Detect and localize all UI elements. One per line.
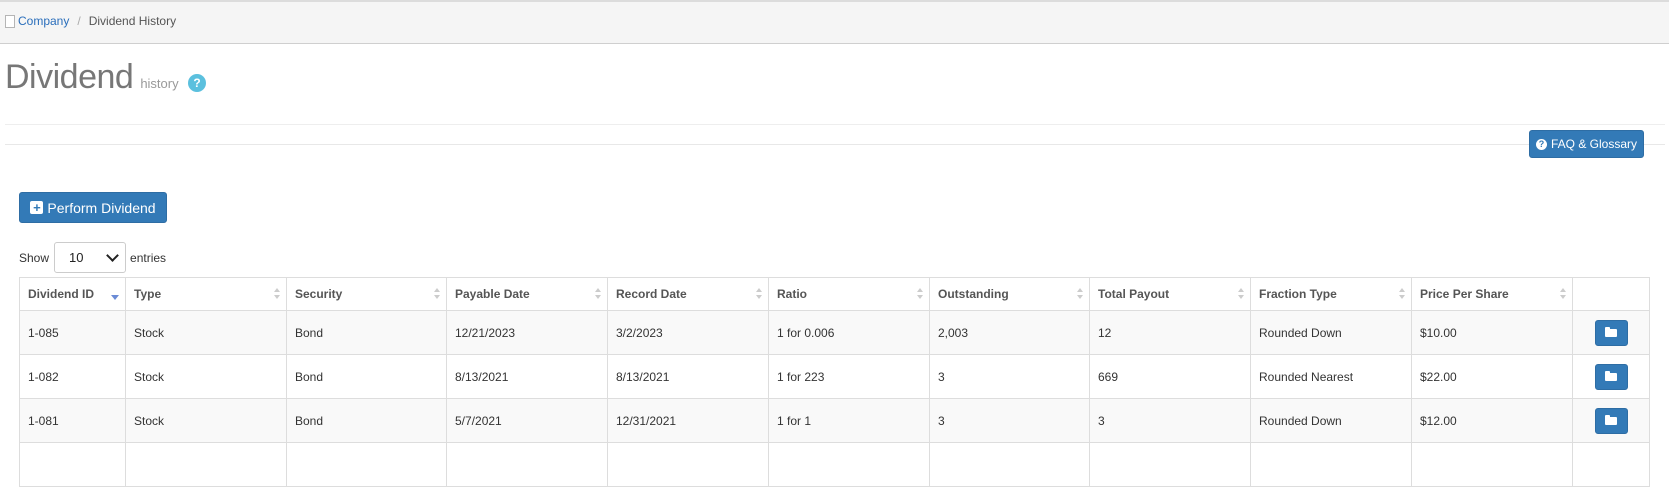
table-row [19, 442, 1650, 487]
cell-fraction-type: Rounded Down [1250, 310, 1412, 355]
help-icon[interactable]: ? [188, 74, 206, 92]
col-record-date[interactable]: Record Date [607, 277, 769, 311]
col-fraction-type[interactable]: Fraction Type [1250, 277, 1412, 311]
cell-ratio: 1 for 0.006 [768, 310, 930, 355]
cell-price-per-share: $10.00 [1411, 310, 1573, 355]
faq-glossary-label: FAQ & Glossary [1550, 137, 1638, 151]
cell-total-payout: 669 [1089, 354, 1251, 399]
sort-icon [917, 288, 923, 300]
breadcrumb-company-link[interactable]: Company [18, 14, 69, 28]
dividend-table: Dividend ID Type Security Payable Date R… [19, 277, 1650, 487]
page-title-main: Dividend [5, 58, 134, 96]
col-type[interactable]: Type [125, 277, 287, 311]
cell-actions [1572, 354, 1650, 399]
sort-icon [434, 288, 440, 300]
cell-payable-date: 8/13/2021 [446, 354, 608, 399]
table-header-row: Dividend ID Type Security Payable Date R… [19, 277, 1650, 311]
page-title-sub: history [140, 76, 179, 91]
cell-type: Stock [125, 354, 287, 399]
cell-actions [1572, 398, 1650, 443]
cell-total-payout: 3 [1089, 398, 1251, 443]
cell-outstanding: 3 [929, 354, 1090, 399]
col-total-payout[interactable]: Total Payout [1089, 277, 1251, 311]
page-title: Dividend history [5, 58, 179, 97]
view-dividend-button[interactable] [1594, 319, 1628, 346]
sort-icon [756, 288, 762, 300]
folder-open-icon [1605, 414, 1617, 425]
breadcrumb-current: Dividend History [88, 14, 177, 28]
cell-record-date: 12/31/2021 [607, 398, 769, 443]
divider [5, 144, 1665, 145]
cell-payable-date: 12/21/2023 [446, 310, 608, 355]
cell-type: Stock [125, 398, 287, 443]
divider [5, 124, 1665, 125]
cell-payable-date: 5/7/2021 [446, 398, 608, 443]
folder-open-icon [1605, 326, 1617, 337]
entries-label: entries [130, 250, 167, 265]
cell-fraction-type: Rounded Down [1250, 398, 1412, 443]
table-row: 1-085 Stock Bond 12/21/2023 3/2/2023 1 f… [19, 310, 1650, 355]
view-dividend-button[interactable] [1594, 407, 1628, 434]
breadcrumb-separator: / [77, 14, 81, 28]
cell-ratio: 1 for 223 [768, 354, 930, 399]
length-menu: Show 10 entries [19, 242, 166, 273]
cell-actions [1572, 310, 1650, 355]
sort-icon [274, 288, 280, 300]
folder-open-icon [1605, 370, 1617, 381]
entries-select-value: 10 [69, 250, 84, 265]
cell-type: Stock [125, 310, 287, 355]
col-dividend-id[interactable]: Dividend ID [19, 277, 126, 311]
sort-icon [595, 288, 601, 300]
perform-dividend-button[interactable]: + Perform Dividend [19, 192, 167, 223]
cell-outstanding: 2,003 [929, 310, 1090, 355]
view-dividend-button[interactable] [1594, 363, 1628, 390]
table-row: 1-081 Stock Bond 5/7/2021 12/31/2021 1 f… [19, 398, 1650, 443]
col-ratio[interactable]: Ratio [768, 277, 930, 311]
cell-record-date: 3/2/2023 [607, 310, 769, 355]
cell-security: Bond [286, 310, 447, 355]
chevron-down-icon [106, 249, 119, 262]
show-label: Show [19, 250, 50, 265]
top-bar: Company / Dividend History [0, 0, 1669, 44]
plus-square-icon: + [30, 201, 44, 214]
cell-ratio: 1 for 1 [768, 398, 930, 443]
entries-select[interactable]: 10 [54, 242, 127, 273]
cell-price-per-share: $22.00 [1411, 354, 1573, 399]
sort-icon [1399, 288, 1405, 300]
cell-record-date: 8/13/2021 [607, 354, 769, 399]
sort-icon [1560, 288, 1566, 300]
document-icon [5, 14, 15, 28]
sort-icon [1238, 288, 1244, 300]
sort-icon [1077, 288, 1083, 300]
col-outstanding[interactable]: Outstanding [929, 277, 1090, 311]
sort-desc-icon [111, 295, 119, 300]
table-row: 1-082 Stock Bond 8/13/2021 8/13/2021 1 f… [19, 354, 1650, 399]
question-circle-icon: ? [1535, 138, 1547, 150]
cell-outstanding: 3 [929, 398, 1090, 443]
perform-dividend-label: Perform Dividend [47, 199, 156, 216]
cell-dividend-id: 1-085 [19, 310, 126, 355]
col-payable-date[interactable]: Payable Date [446, 277, 608, 311]
col-actions [1572, 277, 1650, 311]
faq-glossary-button[interactable]: ? FAQ & Glossary [1529, 130, 1644, 158]
cell-fraction-type: Rounded Nearest [1250, 354, 1412, 399]
col-security[interactable]: Security [286, 277, 447, 311]
col-price-per-share[interactable]: Price Per Share [1411, 277, 1573, 311]
cell-dividend-id: 1-081 [19, 398, 126, 443]
cell-security: Bond [286, 354, 447, 399]
cell-security: Bond [286, 398, 447, 443]
cell-total-payout: 12 [1089, 310, 1251, 355]
cell-price-per-share: $12.00 [1411, 398, 1573, 443]
breadcrumb: Company / Dividend History [5, 14, 176, 28]
cell-dividend-id: 1-082 [19, 354, 126, 399]
